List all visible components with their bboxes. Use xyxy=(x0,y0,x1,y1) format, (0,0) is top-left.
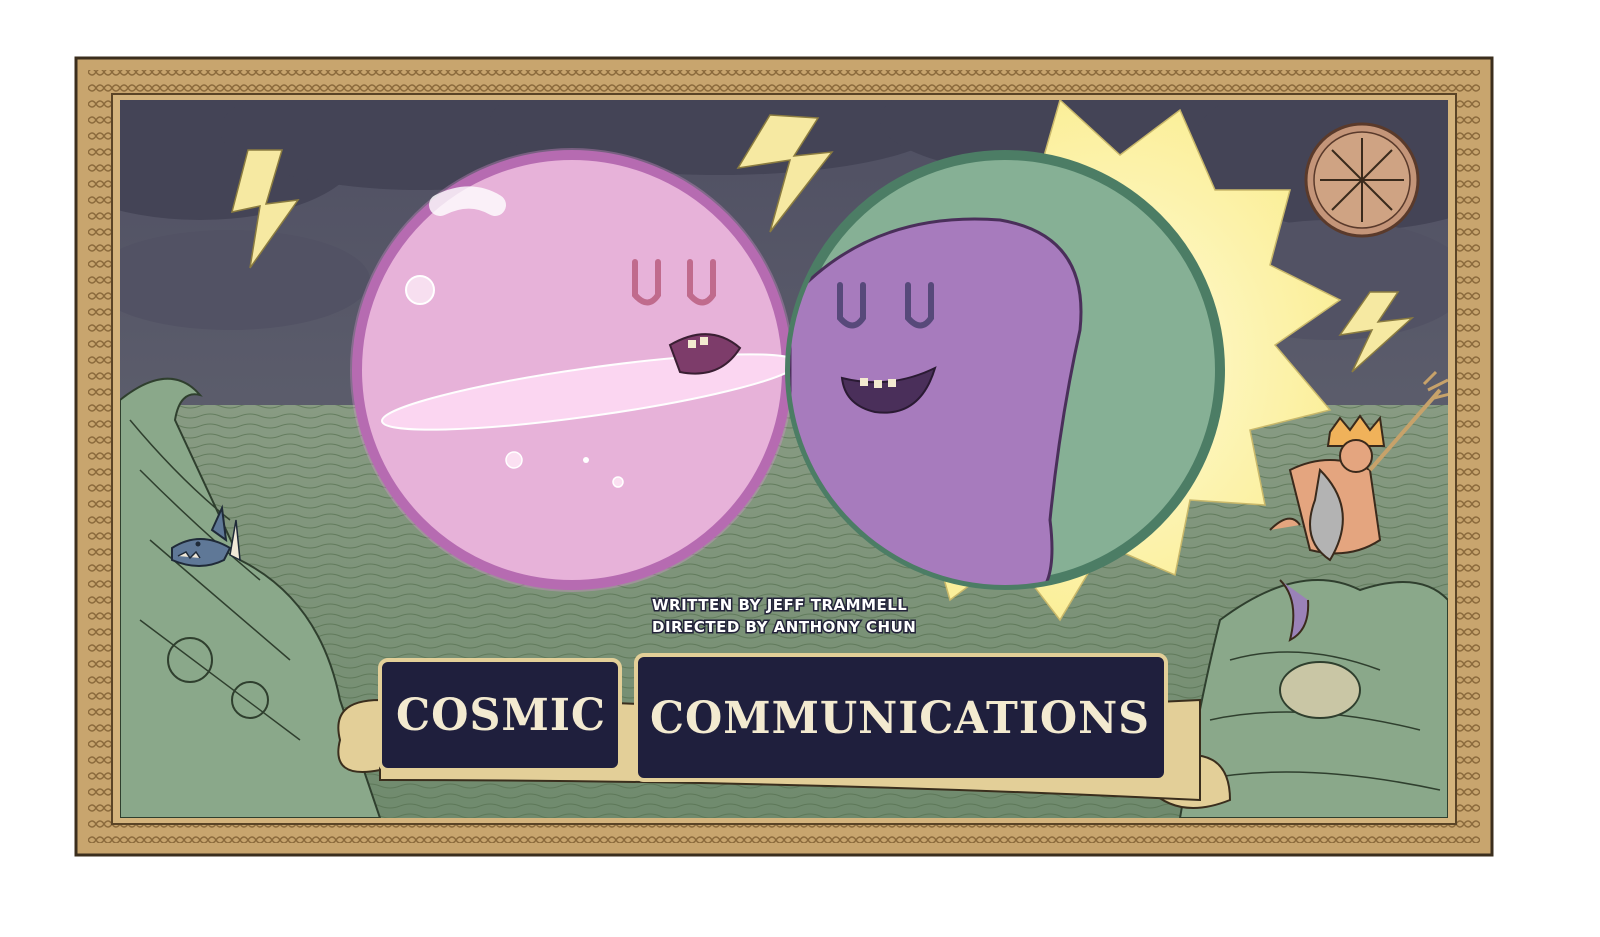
episode-title-card: WRITTEN BY JEFF TRAMMELL DIRECTED BY ANT… xyxy=(74,56,1494,857)
title-word-communications: COMMUNICATIONS xyxy=(650,693,1150,744)
writer-credit: WRITTEN BY JEFF TRAMMELL xyxy=(652,596,907,614)
compass-rose-icon xyxy=(1304,122,1420,238)
title-word-cosmic: COSMIC xyxy=(396,690,606,741)
director-credit: DIRECTED BY ANTHONY CHUN xyxy=(652,618,916,636)
